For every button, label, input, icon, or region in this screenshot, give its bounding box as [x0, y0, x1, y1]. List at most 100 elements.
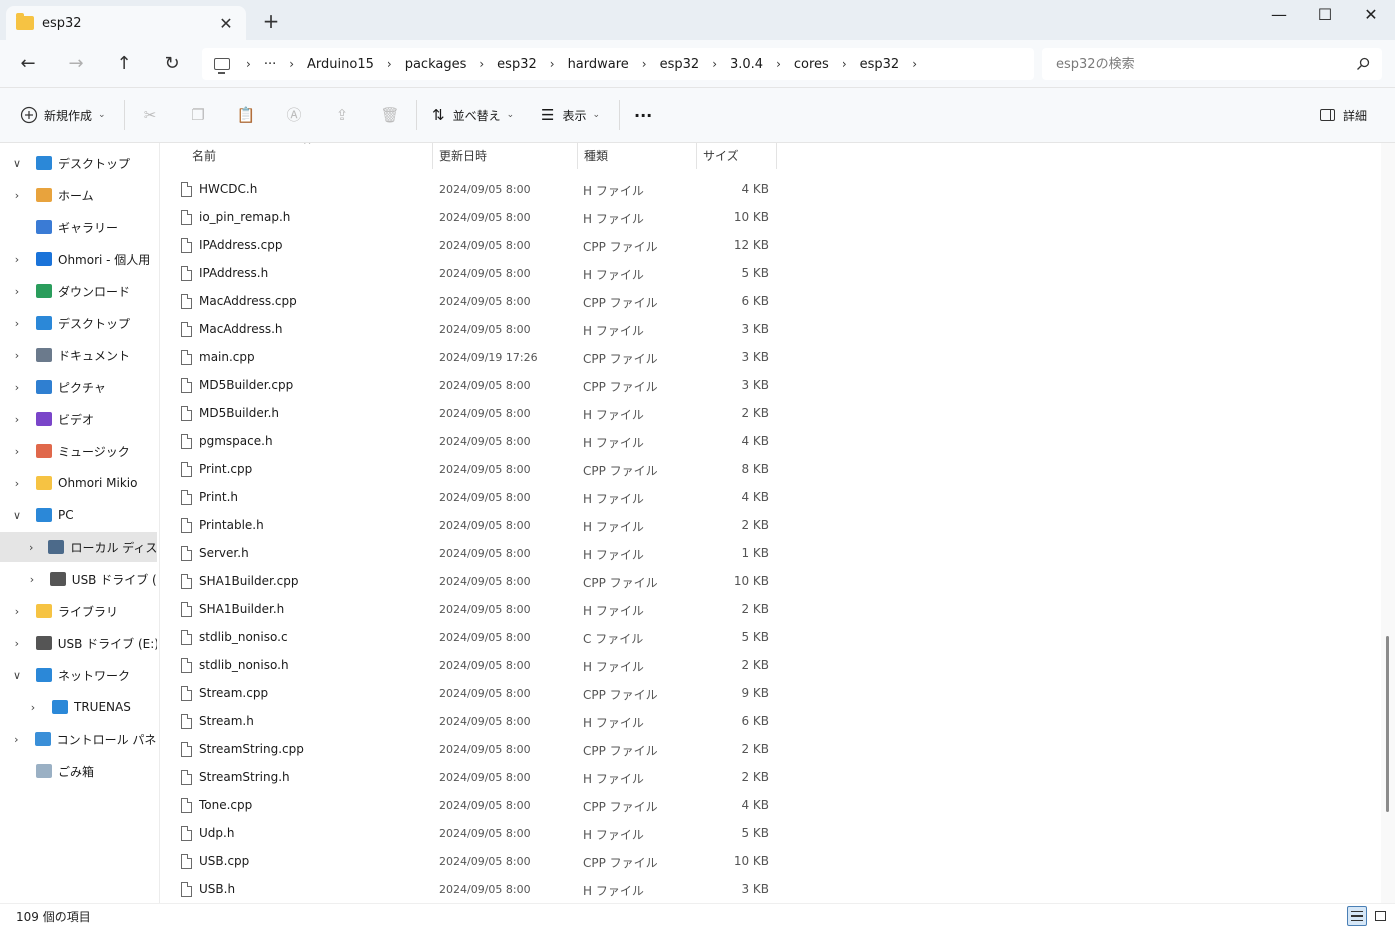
expander-icon[interactable]: › — [26, 541, 36, 554]
expander-icon[interactable]: ∨ — [10, 157, 24, 170]
column-divider[interactable] — [776, 143, 777, 169]
file-row[interactable]: MD5Builder.h 2024/09/05 8:00 H ファイル 2 KB — [160, 399, 780, 427]
file-row[interactable]: StreamString.cpp 2024/09/05 8:00 CPP ファイル 2… — [160, 735, 780, 763]
expander-icon[interactable]: › — [10, 349, 24, 362]
sidebar-item[interactable]: › ミュージック — [0, 436, 157, 466]
new-button[interactable]: 新規作成 ⌄ — [20, 104, 106, 126]
file-row[interactable]: Stream.h 2024/09/05 8:00 H ファイル 6 KB — [160, 707, 780, 735]
file-row[interactable]: stdlib_noniso.h 2024/09/05 8:00 H ファイル 2 KB — [160, 651, 780, 679]
breadcrumb-separator[interactable]: › — [912, 57, 917, 71]
expander-icon[interactable]: › — [10, 317, 24, 330]
pc-icon[interactable] — [214, 58, 230, 74]
up-button[interactable]: ↑ — [110, 52, 138, 76]
file-row[interactable]: Server.h 2024/09/05 8:00 H ファイル 1 KB — [160, 539, 780, 567]
expander-icon[interactable]: › — [10, 477, 24, 490]
sidebar-item[interactable]: ∨ デスクトップ — [0, 148, 157, 178]
tab-close-icon[interactable]: ✕ — [216, 14, 236, 33]
breadcrumb-item[interactable]: 3.0.4 — [730, 57, 763, 72]
sidebar-item[interactable]: ギャラリー — [0, 212, 157, 242]
sidebar-item[interactable]: › Ohmori - 個人用 — [0, 244, 157, 274]
search-input[interactable] — [1042, 48, 1382, 80]
file-row[interactable]: IPAddress.cpp 2024/09/05 8:00 CPP ファイル 12 K… — [160, 231, 780, 259]
file-row[interactable]: USB.cpp 2024/09/05 8:00 CPP ファイル 10 KB — [160, 847, 780, 875]
minimize-button[interactable]: — — [1256, 0, 1302, 32]
sidebar-item[interactable]: › ライブラリ — [0, 596, 157, 626]
expander-icon[interactable]: › — [10, 445, 24, 458]
forward-button[interactable]: → — [62, 52, 90, 76]
breadcrumb-item[interactable]: hardware — [568, 57, 629, 72]
details-button[interactable]: 詳細 — [1320, 104, 1367, 126]
column-header-size[interactable]: サイズ — [697, 143, 776, 169]
file-row[interactable]: Stream.cpp 2024/09/05 8:00 CPP ファイル 9 KB — [160, 679, 780, 707]
search-icon[interactable] — [1356, 57, 1370, 71]
file-row[interactable]: pgmspace.h 2024/09/05 8:00 H ファイル 4 KB — [160, 427, 780, 455]
breadcrumb-separator[interactable]: › — [550, 57, 555, 71]
file-row[interactable]: StreamString.h 2024/09/05 8:00 H ファイル 2 KB — [160, 763, 780, 791]
file-row[interactable]: Udp.h 2024/09/05 8:00 H ファイル 5 KB — [160, 819, 780, 847]
file-row[interactable]: MD5Builder.cpp 2024/09/05 8:00 CPP ファイル 3 K… — [160, 371, 780, 399]
share-icon[interactable]: ⇪ — [331, 104, 353, 126]
file-row[interactable]: MacAddress.h 2024/09/05 8:00 H ファイル 3 KB — [160, 315, 780, 343]
navigation-pane[interactable]: ∨ デスクトップ › ホーム ギャラリー › Ohmori - 個人用 › ダウンロード › デスク… — [0, 143, 160, 903]
expander-icon[interactable]: › — [10, 605, 24, 618]
file-row[interactable]: Tone.cpp 2024/09/05 8:00 CPP ファイル 4 KB — [160, 791, 780, 819]
breadcrumb-separator[interactable]: › — [776, 57, 781, 71]
expander-icon[interactable]: ∨ — [10, 509, 24, 522]
sidebar-item[interactable]: › Ohmori Mikio — [0, 468, 157, 498]
file-row[interactable]: Printable.h 2024/09/05 8:00 H ファイル 2 KB — [160, 511, 780, 539]
breadcrumb-item[interactable]: esp32 — [497, 57, 537, 72]
file-row[interactable]: SHA1Builder.cpp 2024/09/05 8:00 CPP ファイル 10… — [160, 567, 780, 595]
more-options-button[interactable]: ··· — [634, 104, 652, 126]
sidebar-item[interactable]: › USB ドライブ (E:) — [0, 628, 157, 658]
file-row[interactable]: Print.cpp 2024/09/05 8:00 CPP ファイル 8 KB — [160, 455, 780, 483]
breadcrumb-separator[interactable]: › — [642, 57, 647, 71]
new-tab-button[interactable]: + — [260, 10, 282, 32]
expander-icon[interactable]: › — [10, 285, 24, 298]
expander-icon[interactable]: › — [10, 253, 24, 266]
back-button[interactable]: ← — [14, 52, 42, 76]
sidebar-item[interactable]: ごみ箱 — [0, 756, 157, 786]
vertical-scrollbar[interactable] — [1381, 143, 1395, 903]
sidebar-item[interactable]: › デスクトップ — [0, 308, 157, 338]
file-row[interactable]: Print.h 2024/09/05 8:00 H ファイル 4 KB — [160, 483, 780, 511]
file-row[interactable]: stdlib_noniso.c 2024/09/05 8:00 C ファイル 5 KB — [160, 623, 780, 651]
breadcrumb-item[interactable]: Arduino15 — [307, 57, 374, 72]
sidebar-item[interactable]: › コントロール パネル — [0, 724, 157, 754]
expander-icon[interactable]: › — [10, 189, 24, 202]
file-row[interactable]: main.cpp 2024/09/19 17:26 CPP ファイル 3 KB — [160, 343, 780, 371]
sidebar-item[interactable]: › ホーム — [0, 180, 157, 210]
breadcrumb-item[interactable]: esp32 — [860, 57, 900, 72]
expander-icon[interactable]: › — [10, 733, 23, 746]
breadcrumb-separator[interactable]: › — [246, 57, 251, 71]
breadcrumb-overflow[interactable]: ··· — [264, 57, 276, 72]
breadcrumb-item[interactable]: esp32 — [660, 57, 700, 72]
file-row[interactable]: HWCDC.h 2024/09/05 8:00 H ファイル 4 KB — [160, 175, 780, 203]
copy-icon[interactable]: ❐ — [187, 104, 209, 126]
expander-icon[interactable]: › — [10, 637, 24, 650]
file-row[interactable]: SHA1Builder.h 2024/09/05 8:00 H ファイル 2 KB — [160, 595, 780, 623]
sidebar-item[interactable]: › TRUENAS — [0, 692, 157, 722]
column-header-date[interactable]: 更新日時 — [433, 143, 577, 169]
maximize-button[interactable]: ☐ — [1302, 0, 1348, 32]
file-list[interactable]: 名前 ^ 更新日時 種類 サイズ HWCDC.h 2024/09/05 8:00 H… — [160, 143, 1395, 903]
file-row[interactable]: USB.h 2024/09/05 8:00 H ファイル 3 KB — [160, 875, 780, 903]
paste-icon[interactable]: 📋 — [235, 104, 257, 126]
sidebar-item[interactable]: › ビデオ — [0, 404, 157, 434]
file-row[interactable]: io_pin_remap.h 2024/09/05 8:00 H ファイル 10 KB — [160, 203, 780, 231]
refresh-button[interactable]: ↻ — [158, 52, 186, 76]
sidebar-item[interactable]: › ダウンロード — [0, 276, 157, 306]
scissors-icon[interactable]: ✂ — [139, 104, 161, 126]
breadcrumb-separator[interactable]: › — [387, 57, 392, 71]
rename-icon[interactable]: Ⓐ — [283, 104, 305, 126]
breadcrumb-separator[interactable]: › — [479, 57, 484, 71]
breadcrumb-separator[interactable]: › — [712, 57, 717, 71]
file-row[interactable]: MacAddress.cpp 2024/09/05 8:00 CPP ファイル 6 K… — [160, 287, 780, 315]
sidebar-item[interactable]: › ローカル ディスク (C — [0, 532, 157, 562]
sidebar-item[interactable]: ∨ ネットワーク — [0, 660, 157, 690]
breadcrumb[interactable]: › ··· › Arduino15 › packages › esp32 › hardware… — [202, 48, 1034, 80]
sidebar-item[interactable]: › ピクチャ — [0, 372, 157, 402]
sidebar-item[interactable]: ∨ PC — [0, 500, 157, 530]
expander-icon[interactable]: › — [10, 381, 24, 394]
trash-icon[interactable]: 🗑 — [379, 104, 401, 126]
breadcrumb-separator[interactable]: › — [289, 57, 294, 71]
